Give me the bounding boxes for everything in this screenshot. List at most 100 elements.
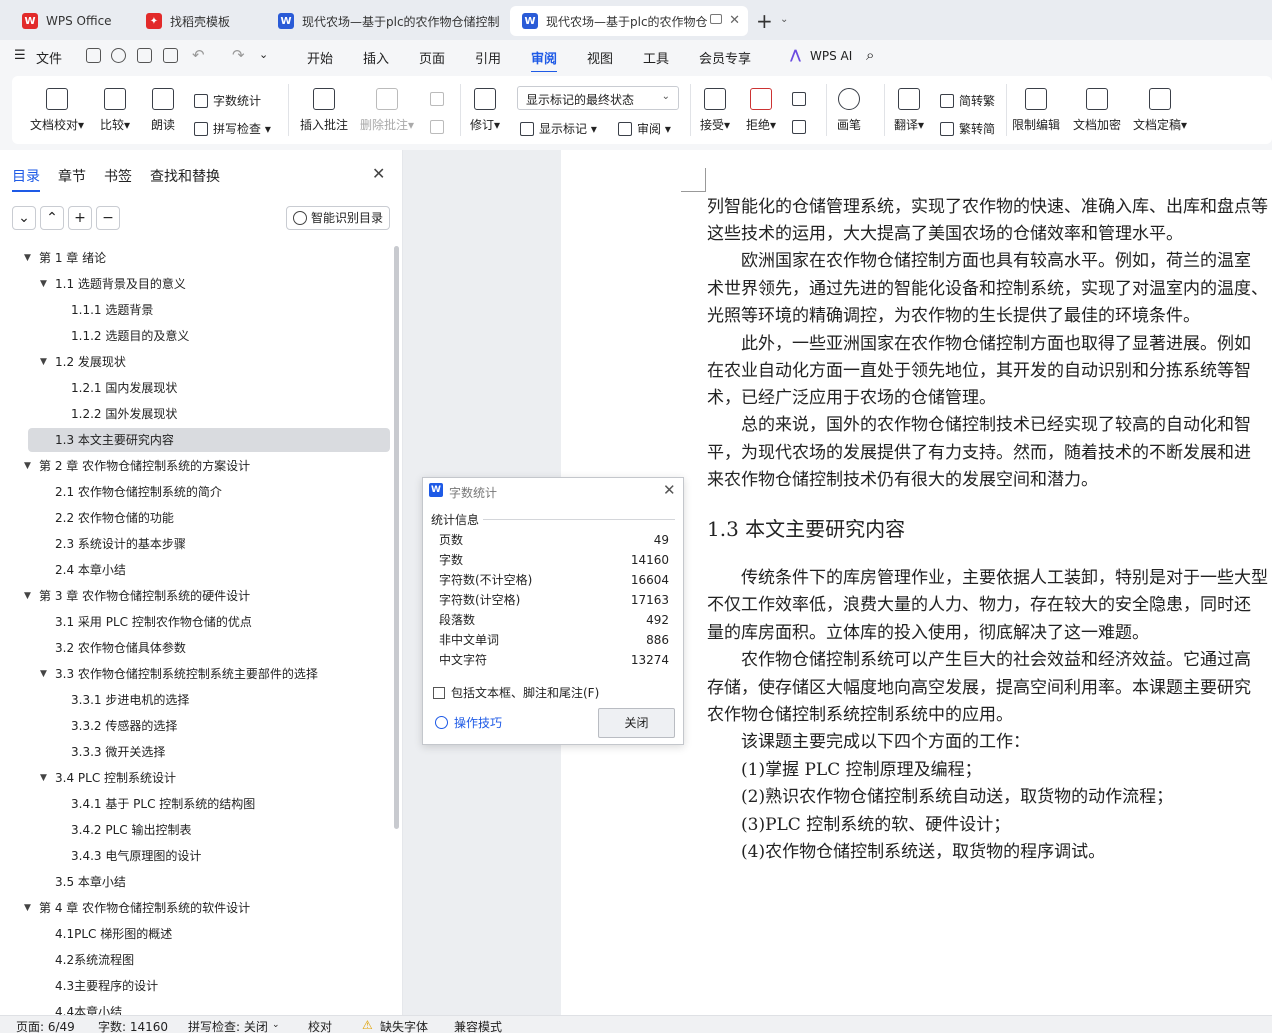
- toc-item[interactable]: ▼ 1.2 发展现状: [38, 350, 390, 374]
- caret-down-icon[interactable]: ▼: [40, 662, 47, 686]
- toc-item[interactable]: ▼ 3.3 农作物仓储控制系统控制系统主要部件的选择: [38, 662, 390, 686]
- checkbox-icon[interactable]: [433, 686, 445, 699]
- menu-start[interactable]: 开始: [307, 48, 333, 67]
- word-count-button[interactable]: 字数统计: [194, 92, 261, 109]
- caret-down-icon[interactable]: ▼: [24, 246, 31, 270]
- markup-state-select[interactable]: 显示标记的最终状态 ⌄: [517, 86, 679, 110]
- toc-item[interactable]: 3.4.3 电气原理图的设计: [71, 844, 201, 868]
- toc-item[interactable]: ▼ 第 2 章 农作物仓储控制系统的方案设计: [22, 454, 390, 478]
- toc-scrollbar[interactable]: [394, 246, 399, 829]
- print-preview-icon[interactable]: [163, 48, 178, 63]
- tab-wps-office[interactable]: W WPS Office: [10, 6, 124, 36]
- menu-file[interactable]: 文件: [36, 48, 62, 67]
- menu-wps-ai[interactable]: WPS AI: [810, 49, 852, 63]
- collapse-down-icon[interactable]: ⌄: [12, 206, 36, 230]
- search-icon[interactable]: ⌕: [866, 46, 874, 64]
- caret-down-icon[interactable]: ▼: [24, 454, 31, 478]
- toc-item[interactable]: 2.2 农作物仓储的功能: [55, 506, 174, 530]
- read-aloud-button[interactable]: 朗读: [151, 88, 175, 133]
- status-words[interactable]: 字数: 14160: [98, 1018, 168, 1033]
- new-tab-icon[interactable]: +: [756, 9, 773, 33]
- tab-document-2[interactable]: W 现代农场—基于plc的农作物仓 ✕: [510, 6, 748, 36]
- toc-item[interactable]: 3.2 农作物仓储具体参数: [55, 636, 186, 660]
- caret-down-icon[interactable]: ▼: [24, 896, 31, 920]
- menu-view[interactable]: 视图: [587, 48, 613, 67]
- menu-review[interactable]: 审阅: [531, 48, 558, 73]
- dialog-close-button[interactable]: 关闭: [598, 708, 675, 738]
- chevron-down-icon[interactable]: ⌄: [780, 14, 788, 25]
- delete-comment-button[interactable]: 删除批注▾: [360, 88, 414, 133]
- toc-item[interactable]: 3.4.1 基于 PLC 控制系统的结构图: [71, 792, 255, 816]
- toc-item[interactable]: 1.1.1 选题背景: [71, 298, 153, 322]
- export-pdf-icon[interactable]: [111, 48, 126, 63]
- to-simplified-button[interactable]: 繁转简: [940, 120, 995, 137]
- toc-item[interactable]: 1.2.1 国内发展现状: [71, 376, 177, 400]
- toc-item[interactable]: 3.1 采用 PLC 控制农作物仓储的优点: [55, 610, 252, 634]
- tab-docer-templates[interactable]: ✦ 找稻壳模板: [134, 6, 258, 36]
- toc-item[interactable]: 4.3主要程序的设计: [55, 974, 158, 998]
- status-spell[interactable]: 拼写检查: 关闭: [188, 1018, 268, 1033]
- prev-comment-button[interactable]: [430, 92, 449, 106]
- status-missing-font[interactable]: 缺失字体: [380, 1018, 428, 1033]
- redo-icon[interactable]: ↷: [232, 46, 245, 64]
- menu-references[interactable]: 引用: [475, 48, 501, 67]
- toc-item[interactable]: 2.3 系统设计的基本步骤: [55, 532, 186, 556]
- toc-item[interactable]: 4.2系统流程图: [55, 948, 134, 972]
- toc-item[interactable]: 3.4.2 PLC 输出控制表: [71, 818, 191, 842]
- toc-item[interactable]: 3.3.2 传感器的选择: [71, 714, 177, 738]
- reject-button[interactable]: 拒绝▾: [746, 88, 776, 133]
- expand-plus-icon[interactable]: +: [68, 206, 92, 230]
- undo-icon[interactable]: ↶: [192, 46, 205, 64]
- collapse-up-icon[interactable]: ⌃: [40, 206, 64, 230]
- doc-check-button[interactable]: 文档校对▾: [30, 88, 84, 133]
- encrypt-button[interactable]: 文档加密: [1073, 88, 1121, 133]
- tab-toc[interactable]: 目录: [12, 166, 40, 192]
- tab-sections[interactable]: 章节: [58, 166, 86, 186]
- next-comment-button[interactable]: [430, 120, 449, 134]
- print-icon[interactable]: [137, 48, 152, 63]
- show-markup-button[interactable]: 显示标记 ▾: [520, 120, 597, 137]
- menu-tools[interactable]: 工具: [643, 48, 669, 67]
- chevron-down-icon[interactable]: ⌄: [272, 1020, 280, 1030]
- menu-insert[interactable]: 插入: [363, 48, 389, 67]
- monitor-icon[interactable]: [710, 14, 722, 24]
- toc-item[interactable]: ▼ 3.4 PLC 控制系统设计: [38, 766, 390, 790]
- hamburger-menu-icon[interactable]: ☰: [14, 48, 26, 63]
- close-tab-icon[interactable]: ✕: [729, 13, 740, 28]
- track-changes-button[interactable]: 修订▾: [470, 88, 500, 133]
- caret-down-icon[interactable]: ▼: [24, 584, 31, 608]
- tab-document-1[interactable]: W 现代农场—基于plc的农作物仓储控制: [266, 6, 500, 36]
- menu-member[interactable]: 会员专享: [699, 48, 751, 67]
- collapse-minus-icon[interactable]: −: [96, 206, 120, 230]
- toc-item[interactable]: 3.3.1 步进电机的选择: [71, 688, 189, 712]
- toc-item[interactable]: 3.5 本章小结: [55, 870, 126, 894]
- caret-down-icon[interactable]: ▼: [40, 272, 47, 296]
- caret-down-icon[interactable]: ▼: [40, 766, 47, 790]
- save-icon[interactable]: [86, 48, 101, 63]
- to-traditional-button[interactable]: 简转繁: [940, 92, 995, 109]
- insert-comment-button[interactable]: 插入批注: [300, 88, 348, 133]
- finalize-button[interactable]: 文档定稿▾: [1133, 88, 1187, 133]
- toc-item[interactable]: 1.1.2 选题目的及意义: [71, 324, 189, 348]
- review-pane-button[interactable]: 审阅 ▾: [618, 120, 671, 137]
- toc-item[interactable]: 2.1 农作物仓储控制系统的简介: [55, 480, 222, 504]
- status-page[interactable]: 页面: 6/49: [16, 1018, 75, 1033]
- include-textbox-checkbox[interactable]: 包括文本框、脚注和尾注(F): [433, 684, 599, 701]
- tab-bookmarks[interactable]: 书签: [104, 166, 132, 186]
- ink-button[interactable]: 画笔: [837, 88, 861, 133]
- restrict-edit-button[interactable]: 限制编辑: [1012, 88, 1060, 133]
- accept-button[interactable]: 接受▾: [700, 88, 730, 133]
- toc-item[interactable]: 3.3.3 微开关选择: [71, 740, 165, 764]
- tab-find-replace[interactable]: 查找和替换: [150, 166, 220, 186]
- toc-item[interactable]: ▼ 1.1 选题背景及目的意义: [38, 272, 390, 296]
- quick-access-chevron-icon[interactable]: ⌄: [259, 48, 268, 61]
- toc-item[interactable]: ▼ 第 1 章 绪论: [22, 246, 390, 270]
- caret-down-icon[interactable]: ▼: [40, 350, 47, 374]
- close-icon[interactable]: ✕: [372, 164, 385, 183]
- compare-button[interactable]: 比较▾: [100, 88, 130, 133]
- translate-button[interactable]: 翻译▾: [894, 88, 924, 133]
- prev-change-button[interactable]: [792, 92, 811, 106]
- tips-link[interactable]: 操作技巧: [435, 714, 502, 731]
- toc-item[interactable]: ▼ 第 4 章 农作物仓储控制系统的软件设计: [22, 896, 390, 920]
- spell-check-button[interactable]: 拼写检查 ▾: [194, 120, 271, 137]
